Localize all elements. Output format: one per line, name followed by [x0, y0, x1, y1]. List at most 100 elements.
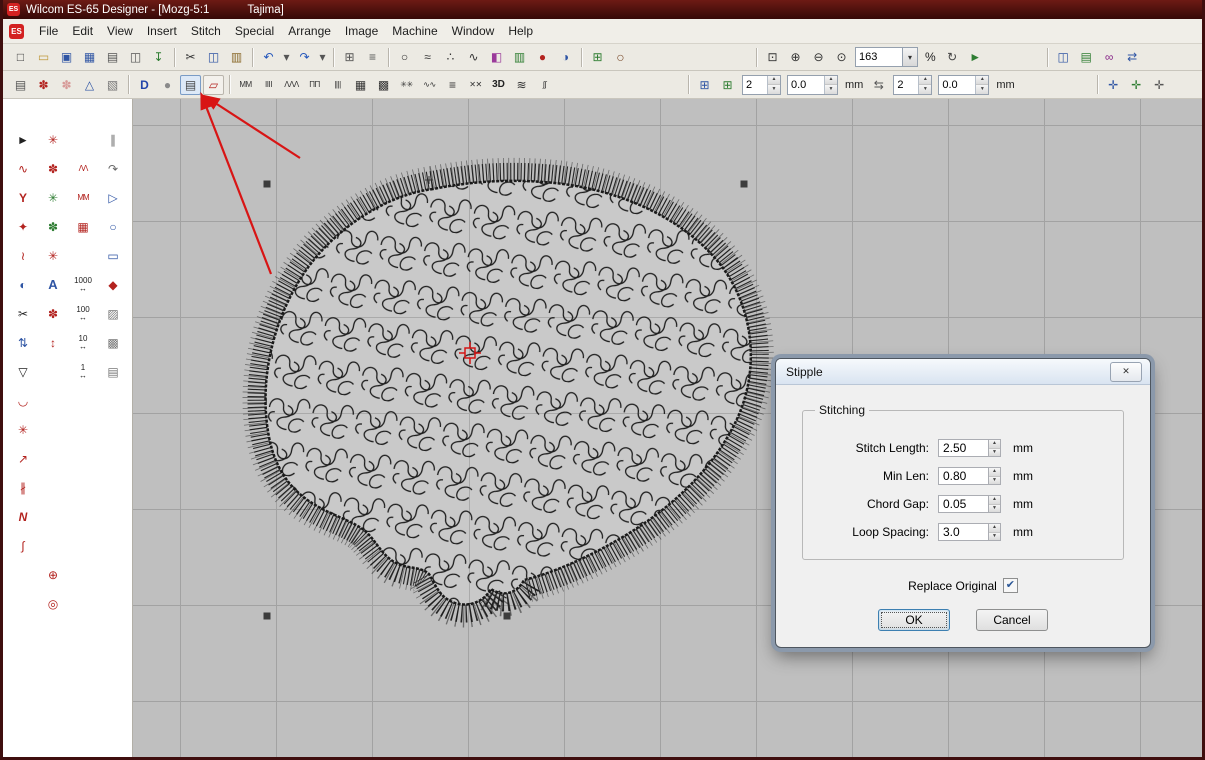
zoom-in-icon[interactable]: ⊕	[785, 47, 806, 67]
selection-handle[interactable]	[264, 181, 271, 188]
show-connectors-icon[interactable]: ∿	[463, 47, 484, 67]
bud-tool[interactable]: ✳	[38, 241, 68, 270]
[interactable]	[98, 589, 128, 618]
color-object-list-icon[interactable]: ▤	[1076, 47, 1097, 67]
stitch-angle-grid-icon[interactable]: ⊞	[694, 75, 715, 95]
freehand-draw-tool[interactable]: ∿	[8, 154, 38, 183]
[interactable]	[98, 531, 128, 560]
measure-tool-icon[interactable]: ✛	[1126, 75, 1147, 95]
parameter-input[interactable]	[938, 439, 988, 457]
[interactable]	[68, 560, 98, 589]
selection-handle[interactable]	[741, 181, 748, 188]
curved-line-tool[interactable]: ∫	[8, 531, 38, 560]
single-color-icon[interactable]: ●	[157, 75, 178, 95]
[interactable]	[98, 473, 128, 502]
[interactable]	[38, 473, 68, 502]
line-fill-icon[interactable]: ||||	[327, 75, 348, 95]
dialog-title-bar[interactable]: Stipple ✕	[776, 359, 1150, 385]
lettering-tool[interactable]: A	[38, 270, 68, 299]
show-hoop-icon[interactable]: ○	[610, 47, 631, 67]
spinner-down-icon[interactable]: ▼	[989, 504, 1000, 513]
motif-line-tool[interactable]: ↗	[8, 444, 38, 473]
artistic-view-icon[interactable]: ✽	[33, 75, 54, 95]
[interactable]	[98, 444, 128, 473]
sprig-tool[interactable]: ✽	[38, 212, 68, 241]
paste-icon[interactable]: ▥	[226, 47, 247, 67]
e-stitch-icon[interactable]: ΠΠ	[304, 75, 325, 95]
ok-button[interactable]: OK	[878, 609, 950, 631]
digitize-closed-tool[interactable]: ✽	[38, 154, 68, 183]
hoop-position-icon[interactable]: ✛	[1149, 75, 1170, 95]
zigzag-stitch-icon[interactable]: ΛΛΛ	[281, 75, 302, 95]
cross-stitch-icon[interactable]: ✕✕	[465, 75, 486, 95]
stitch-angle-grid2-icon[interactable]: ⊞	[717, 75, 738, 95]
spinner-up-icon[interactable]: ▲	[768, 76, 780, 85]
zoom-level-input[interactable]	[856, 48, 902, 66]
design-view-icon[interactable]: ▤	[10, 75, 31, 95]
texture-effect-tool[interactable]: ▩	[98, 328, 128, 357]
parallel-weave-tool[interactable]: ∥	[98, 125, 128, 154]
[interactable]	[8, 589, 38, 618]
zoom-previous-icon[interactable]: ⊙	[831, 47, 852, 67]
zoom-level-combo[interactable]: ▾	[855, 47, 918, 67]
spinner-down-icon[interactable]: ▼	[989, 476, 1000, 485]
[interactable]	[98, 502, 128, 531]
menu-item[interactable]: Help	[501, 21, 540, 41]
menu-item[interactable]: Insert	[140, 21, 184, 41]
starburst-tool[interactable]: ✦	[8, 212, 38, 241]
copy-icon[interactable]: ◫	[203, 47, 224, 67]
ellipse-tool[interactable]: ○	[98, 212, 128, 241]
color-film-icon[interactable]: ▥	[509, 47, 530, 67]
show-grid-icon[interactable]: ⊞	[587, 47, 608, 67]
spinner-up-icon[interactable]: ▲	[989, 440, 1000, 448]
zigzag-run-tool[interactable]: ΛΛ	[68, 154, 98, 183]
redo-icon[interactable]: ↷	[294, 47, 315, 67]
[interactable]	[38, 502, 68, 531]
[interactable]	[38, 386, 68, 415]
jagged-line-tool[interactable]: N	[8, 502, 38, 531]
spinner-up-icon[interactable]: ▲	[989, 468, 1000, 476]
[interactable]	[98, 415, 128, 444]
motif-fill-icon[interactable]: ✳✳	[396, 75, 417, 95]
petal-tool[interactable]: ✽	[38, 299, 68, 328]
show-bitmap-icon[interactable]: ▧	[102, 75, 123, 95]
save-design-icon[interactable]: ▣	[56, 47, 77, 67]
bead-tool[interactable]: ◆	[98, 270, 128, 299]
[interactable]	[38, 357, 68, 386]
zoom-box-icon[interactable]: ⊡	[762, 47, 783, 67]
wave-effect-icon[interactable]: ≋	[511, 75, 532, 95]
spinner-up-icon[interactable]: ▲	[989, 524, 1000, 532]
height-gauge-tool[interactable]: ↕	[38, 328, 68, 357]
scissors-tool[interactable]: ✂	[8, 299, 38, 328]
menu-item[interactable]: Arrange	[281, 21, 338, 41]
morphing-effect-icon[interactable]: ∞	[1099, 47, 1120, 67]
stipple-fill-icon[interactable]: ∿∿	[419, 75, 440, 95]
globe-tool[interactable]: ◐	[8, 270, 38, 299]
menu-item[interactable]: Edit	[65, 21, 100, 41]
[interactable]	[68, 589, 98, 618]
satin-stitch-icon[interactable]: ΜΜ	[235, 75, 256, 95]
rectangle-tool[interactable]: ▭	[98, 241, 128, 270]
pan-tool-icon[interactable]: ✛	[1103, 75, 1124, 95]
zoom-out-icon[interactable]: ⊖	[808, 47, 829, 67]
vector-flag-tool[interactable]: ▷	[98, 183, 128, 212]
tatami-fill-icon[interactable]: ΙΙΙΙ	[258, 75, 279, 95]
redraw-icon[interactable]: ↻	[942, 47, 963, 67]
stitch-length-preset-1[interactable]: 1 ↔	[68, 357, 98, 386]
stipple-fill[interactable]	[266, 181, 751, 605]
[interactable]	[68, 386, 98, 415]
emboss-outline-icon[interactable]: ▱	[203, 75, 224, 95]
pattern-stamp-tool[interactable]: ▤	[98, 357, 128, 386]
stitch-length-preset-100[interactable]: 100 ↔	[68, 299, 98, 328]
offset-a-input[interactable]	[788, 76, 824, 94]
new-design-icon[interactable]: □	[10, 47, 31, 67]
[interactable]	[98, 386, 128, 415]
[interactable]	[38, 444, 68, 473]
auto-start-end-icon[interactable]: ⇄	[1122, 47, 1143, 67]
arc-weave-tool[interactable]: ↷	[98, 154, 128, 183]
background-color-icon[interactable]: ◑	[555, 47, 576, 67]
outline-design-icon[interactable]: D	[134, 75, 155, 95]
stipple-run-icon[interactable]: ▤	[180, 75, 201, 95]
spinner-up-icon[interactable]: ▲	[919, 76, 931, 85]
[interactable]	[68, 125, 98, 154]
